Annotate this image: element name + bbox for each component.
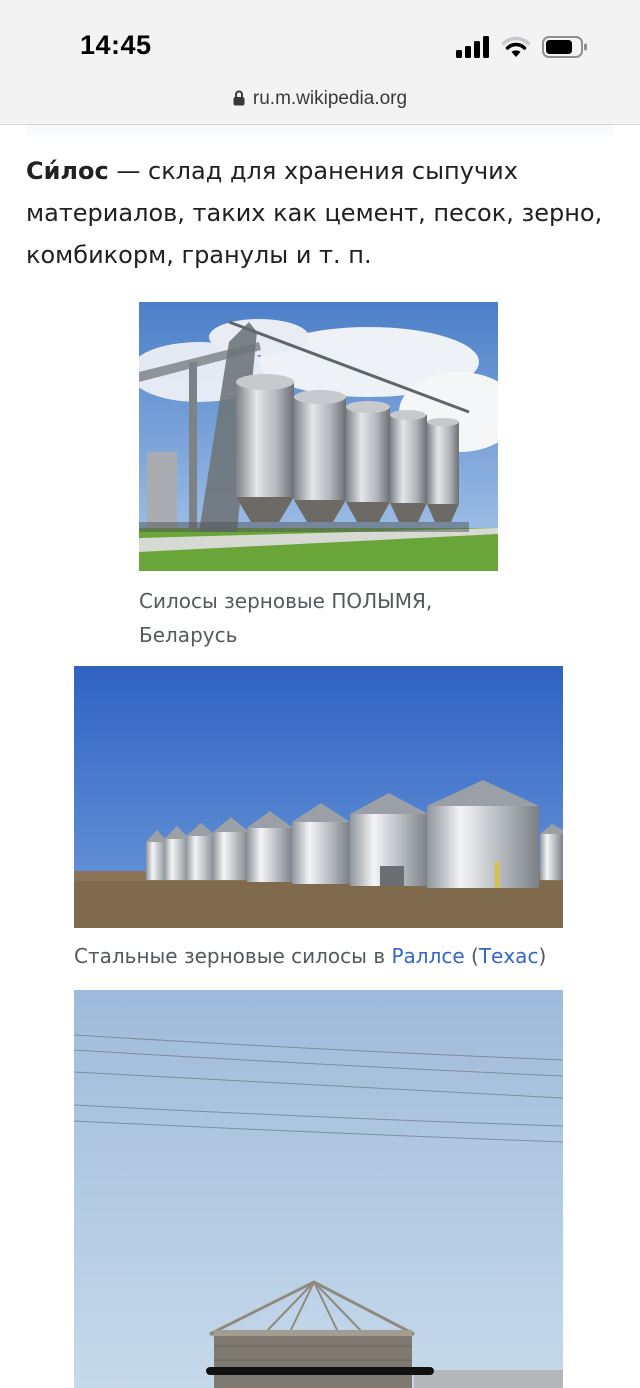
link-ralls[interactable]: Раллсе [391,944,464,968]
status-time: 14:45 [80,30,152,60]
caption-text: Стальные зерновые силосы в [74,944,392,968]
article-definition: — склад для хранения сыпучих материалов,… [26,157,603,269]
home-indicator[interactable] [206,1367,434,1375]
url-bar[interactable]: ru.m.wikipedia.org [0,88,640,112]
figure-caption-ralls: Стальные зерновые силосы в Раллсе (Техас… [74,939,634,973]
browser-top-bar: 14:45 ru.m.wikipedia.org [0,0,640,125]
infobox-bottom-edge [26,125,614,135]
figure-steel-silos-ralls-image[interactable] [74,666,563,928]
figure-caption-belarus: Силосы зерновые ПОЛЫМЯ, Беларусь [139,589,433,647]
caption-paren-open: ( [464,944,479,968]
battery-icon [542,36,587,58]
article-intro: Си́лос — склад для хранения сыпучих мате… [26,150,616,276]
status-icons [456,36,588,58]
signal-icon [456,36,489,58]
url-text: ru.m.wikipedia.org [252,88,408,109]
caption-paren-close: ) [538,944,547,968]
figure-wooden-silo-image[interactable] [74,990,563,1388]
lock-icon [233,90,245,112]
figure-silos-belarus-image[interactable] [139,302,498,571]
article-term: Си́лос [26,157,109,185]
wifi-icon [502,36,530,57]
link-texas[interactable]: Техас [479,944,539,968]
